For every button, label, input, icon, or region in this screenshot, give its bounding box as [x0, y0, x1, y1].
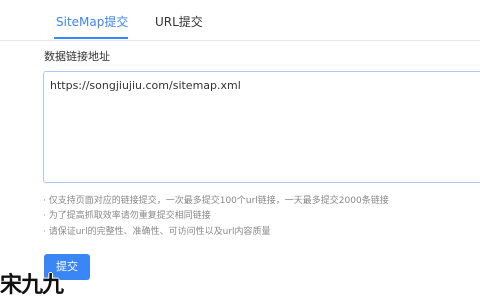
watermark-logo: 宋九九: [0, 272, 64, 298]
data-link-address-label: 数据链接地址: [44, 50, 110, 63]
sitemap-url-textarea[interactable]: https://songjiujiu.com/sitemap.xml: [43, 71, 480, 183]
hint-submit-limit: · 仅支持页面对应的链接提交，一次最多提交100个url链接，一天最多提交200…: [43, 196, 389, 206]
hint-no-duplicate: · 为了提高抓取效率请勿重复提交相同链接: [43, 211, 211, 221]
tab-bar: SiteMap提交 URL提交: [0, 0, 480, 41]
sitemap-url-value: https://songjiujiu.com/sitemap.xml: [50, 79, 241, 92]
tab-url-submit[interactable]: URL提交: [155, 14, 203, 30]
active-tab-indicator: [54, 37, 128, 39]
tab-sitemap-submit[interactable]: SiteMap提交: [56, 14, 128, 30]
hint-url-quality: · 请保证url的完整性、准确性、可访问性以及url内容质量: [43, 227, 271, 237]
